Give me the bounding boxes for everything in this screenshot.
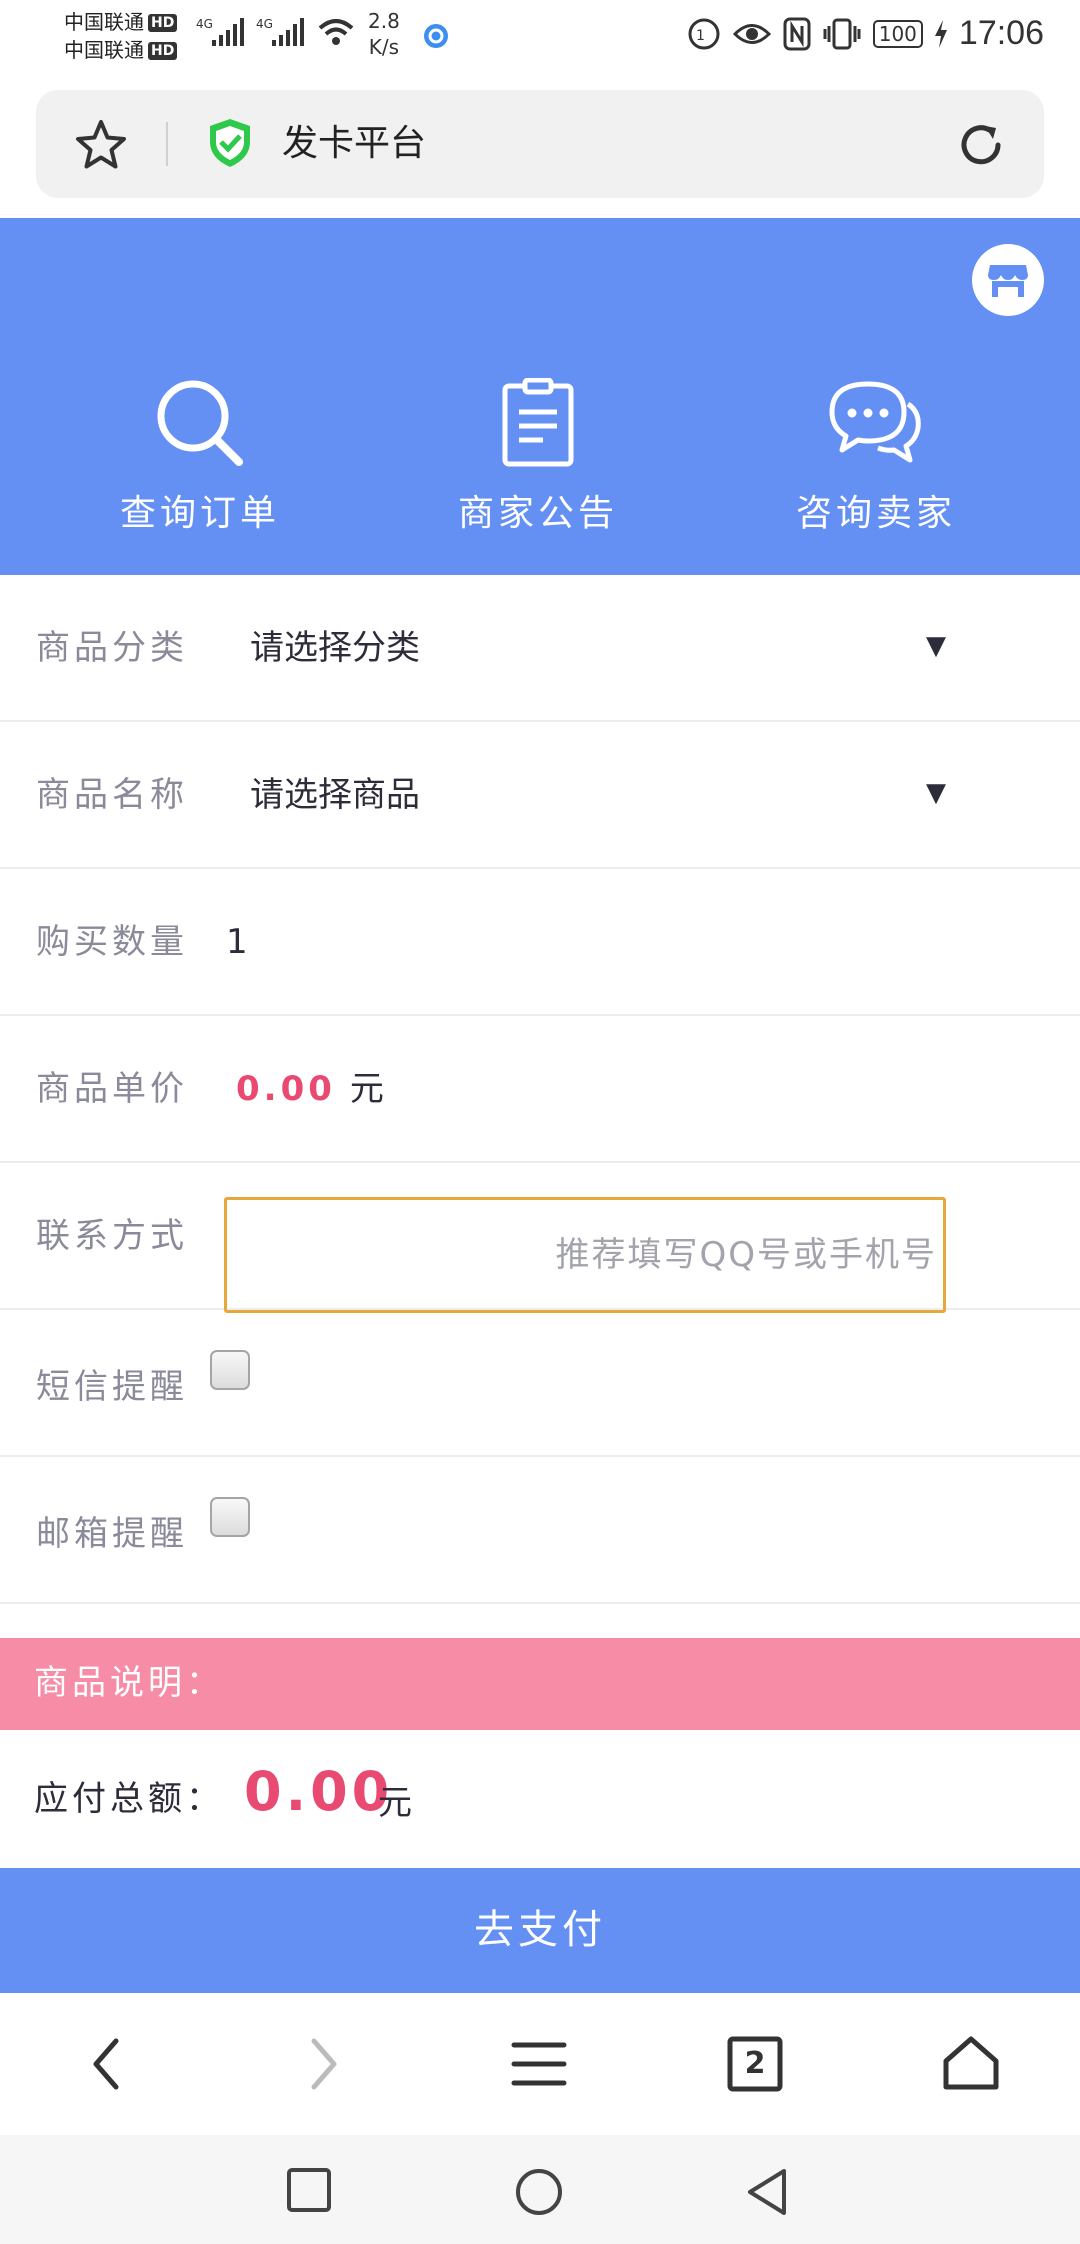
total-label: 应付总额： (34, 1779, 224, 1819)
forward-icon[interactable] (290, 2031, 356, 2097)
system-navigation-bar (0, 2135, 1080, 2244)
menu-icon[interactable] (506, 2031, 572, 2097)
product-label: 商品名称 (36, 775, 188, 815)
pay-button[interactable]: 去支付 (0, 1868, 1080, 1993)
tab-count: 2 (744, 2046, 766, 2081)
product-row[interactable]: 商品名称 请选择商品 ▼ (0, 722, 1080, 869)
net-speed: 2.8 K/s (368, 9, 400, 59)
home-icon[interactable] (938, 2031, 1004, 2097)
back-triangle-icon[interactable] (744, 2167, 790, 2217)
status-icons: 1 100 17:06 (687, 14, 1044, 53)
eye-comfort-icon (732, 23, 771, 44)
status-bar: 中国联通 HD 中国联通 HD 4G 4G 2.8 K/s 1 100 17:0… (0, 0, 1080, 76)
unit-price: 0.00 元 (236, 1066, 384, 1112)
shop-icon (988, 265, 1028, 297)
merchant-notice-button[interactable]: 商家公告 (418, 378, 658, 538)
unit-price-currency: 元 (349, 1069, 384, 1109)
header-banner: 查询订单 商家公告 咨询卖家 (0, 218, 1080, 575)
merchant-notice-label: 商家公告 (457, 493, 618, 534)
carrier-info: 中国联通 HD 中国联通 HD (64, 8, 178, 64)
email-reminder-row: 邮箱提醒 (0, 1457, 1080, 1604)
vibrate-icon (823, 18, 861, 49)
address-bar[interactable]: 发卡平台 (36, 90, 1044, 198)
bookmark-star-icon[interactable] (74, 118, 128, 172)
carrier-2: 中国联通 (64, 38, 144, 62)
clock: 17:06 (958, 14, 1044, 52)
unit-price-value: 0.00 (236, 1069, 336, 1109)
category-row[interactable]: 商品分类 请选择分类 ▼ (0, 575, 1080, 722)
contact-input[interactable]: 推荐填写QQ号或手机号 (224, 1197, 946, 1313)
product-select[interactable]: 请选择商品 (250, 772, 420, 818)
net-type-label: 4G (196, 17, 213, 31)
page-title: 发卡平台 (282, 123, 427, 164)
browser-notification-icon (424, 24, 448, 48)
carrier-1: 中国联通 (64, 10, 144, 34)
order-form: 商品分类 请选择分类 ▼ 商品名称 请选择商品 ▼ 购买数量 1 商品单价 0.… (0, 575, 1080, 1604)
home-circle-icon[interactable] (514, 2167, 564, 2217)
security-shield-icon (210, 119, 250, 167)
chat-bubbles-icon (829, 381, 921, 463)
nfc-icon (783, 17, 811, 50)
data-saver-icon: 1 (688, 18, 720, 49)
chevron-down-icon[interactable]: ▼ (926, 631, 946, 661)
charging-icon (934, 19, 947, 48)
hd-badge: HD (148, 42, 178, 60)
net-type-label: 4G (256, 17, 273, 31)
query-order-label: 查询订单 (119, 493, 280, 534)
contact-label: 联系方式 (36, 1216, 188, 1256)
browser-toolbar: 2 (0, 1993, 1080, 2135)
quantity-row: 购买数量 1 (0, 869, 1080, 1016)
contact-seller-button[interactable]: 咨询卖家 (756, 378, 996, 538)
product-description-bar: 商品说明： (0, 1638, 1080, 1730)
wifi-icon (318, 19, 354, 45)
signal-icon: 4G (256, 17, 304, 46)
price-row: 商品单价 0.00 元 (0, 1016, 1080, 1163)
sms-reminder-label: 短信提醒 (36, 1367, 188, 1407)
total-amount-value: 0.00 (244, 1760, 394, 1823)
reload-icon[interactable] (954, 118, 1008, 172)
category-select[interactable]: 请选择分类 (250, 625, 420, 671)
sms-reminder-row: 短信提醒 (0, 1310, 1080, 1457)
contact-placeholder: 推荐填写QQ号或手机号 (555, 1235, 937, 1275)
chevron-down-icon[interactable]: ▼ (926, 778, 946, 808)
query-order-button[interactable]: 查询订单 (80, 378, 320, 538)
email-reminder-checkbox[interactable] (210, 1497, 250, 1537)
recent-apps-icon[interactable] (286, 2167, 332, 2213)
product-description-label: 商品说明： (34, 1663, 224, 1703)
shop-button[interactable] (972, 244, 1044, 316)
quantity-input[interactable]: 1 (226, 919, 248, 965)
hd-badge: HD (148, 14, 178, 32)
price-label: 商品单价 (36, 1069, 188, 1109)
svg-text:1: 1 (696, 28, 705, 44)
tabs-button[interactable]: 2 (722, 2031, 788, 2097)
email-reminder-label: 邮箱提醒 (36, 1514, 188, 1554)
battery-indicator: 100 (872, 19, 923, 48)
sms-reminder-checkbox[interactable] (210, 1350, 250, 1390)
search-icon (157, 380, 243, 466)
quantity-label: 购买数量 (36, 922, 188, 962)
category-label: 商品分类 (36, 628, 188, 668)
divider (166, 122, 168, 166)
notice-document-icon (502, 378, 574, 467)
total-amount-row: 应付总额： 0.00 元 (0, 1730, 1080, 1868)
contact-seller-label: 咨询卖家 (795, 493, 956, 534)
back-icon[interactable] (74, 2031, 140, 2097)
total-currency: 元 (378, 1783, 412, 1823)
signal-icon: 4G (196, 17, 244, 46)
